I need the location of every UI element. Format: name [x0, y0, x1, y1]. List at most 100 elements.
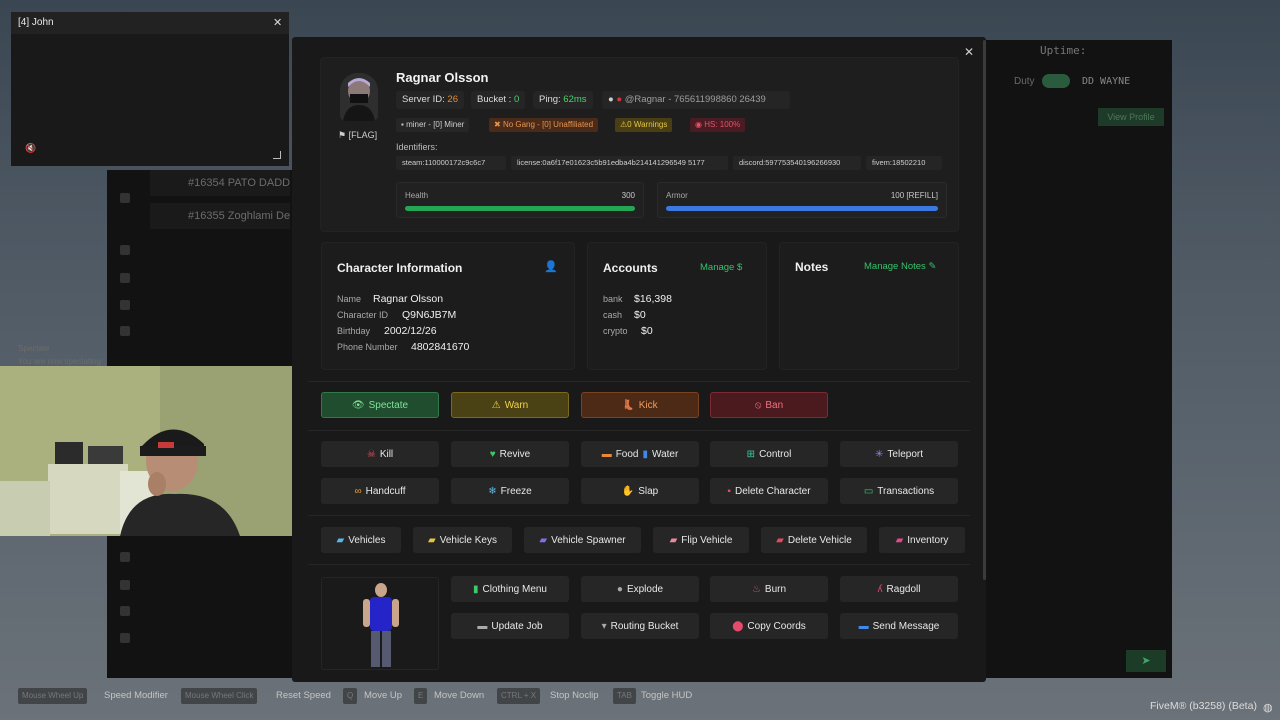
slap-button[interactable]: ✋ Slap	[581, 478, 699, 504]
delete-character-button[interactable]: ▪ Delete Character	[710, 478, 828, 504]
kick-button[interactable]: 👢 Kick	[581, 392, 699, 418]
birthday-label: Birthday	[337, 326, 371, 336]
resize-handle-icon[interactable]	[273, 151, 281, 159]
skull-icon: ☠	[366, 448, 376, 460]
vehicle-spawner-button[interactable]: ▰ Vehicle Spawner	[524, 527, 641, 553]
cash-label: cash	[603, 310, 623, 320]
bank-label: bank	[603, 294, 623, 304]
no-gang-icon: ✖	[494, 120, 501, 129]
copy-coords-button[interactable]: ⬤ Copy Coords	[710, 613, 828, 639]
pencil-icon: ✎	[928, 261, 937, 272]
key-icon: ▰	[428, 534, 436, 546]
teleport-button[interactable]: ✳ Teleport	[840, 441, 958, 467]
close-icon[interactable]: ✕	[273, 16, 282, 29]
duty-label: Duty	[1014, 76, 1035, 87]
bucket-chip: Bucket : 0	[471, 91, 526, 109]
name-value: Ragnar Olsson	[373, 293, 444, 305]
fire-icon: ♨	[751, 583, 761, 595]
fivem-logo-icon: ◍	[1263, 702, 1273, 714]
phone-label: Phone Number	[337, 342, 398, 352]
snowflake-icon: ❄	[488, 485, 497, 497]
background-player-name: DD WAYNE	[1082, 76, 1131, 87]
crypto-value: $0	[641, 325, 653, 337]
armor-value[interactable]: 100 [REFILL]	[891, 191, 938, 200]
control-button[interactable]: ⊞ Control	[710, 441, 828, 467]
gamepad-icon: ⊞	[746, 448, 756, 460]
scrollbar[interactable]	[983, 40, 986, 580]
kill-button[interactable]: ☠ Kill	[321, 441, 439, 467]
clothing-menu-button[interactable]: ▮ Clothing Menu	[451, 576, 569, 602]
briefcase-icon: ▬	[477, 620, 488, 632]
spectate-button[interactable]: 👁 Spectate	[321, 392, 439, 418]
manage-notes-link[interactable]: Manage Notes ✎	[864, 261, 936, 272]
warn-button[interactable]: ⚠ Warn	[451, 392, 569, 418]
server-id-value: 26	[447, 94, 458, 105]
routing-bucket-button[interactable]: ▾ Routing Bucket	[581, 613, 699, 639]
hint-label: Reset Speed	[276, 690, 331, 701]
inventory-button[interactable]: ▰ Inventory	[879, 527, 965, 553]
update-job-button[interactable]: ▬ Update Job	[451, 613, 569, 639]
hs-badge: ◉ HS: 100%	[690, 118, 746, 132]
send-message-button[interactable]: ▬ Send Message	[840, 613, 958, 639]
discord-chip[interactable]: ● ● @Ragnar - 765611998860 26439	[602, 91, 790, 109]
handcuff-button[interactable]: ∞ Handcuff	[321, 478, 439, 504]
send-icon[interactable]: ➤	[1126, 650, 1166, 672]
user-icon: 👤	[544, 261, 558, 273]
handcuff-icon: ∞	[354, 485, 362, 497]
duty-toggle[interactable]	[1042, 74, 1070, 88]
video-title: [4] John	[18, 17, 54, 28]
armor-bar-fill	[666, 206, 938, 211]
flip-vehicle-button[interactable]: ▰ Flip Vehicle	[653, 527, 749, 553]
armor-stat: Armor 100 [REFILL]	[657, 182, 947, 218]
background-panel-right	[986, 40, 1172, 678]
hand-icon: ✋	[621, 485, 635, 497]
background-icon	[120, 580, 130, 590]
water-bottle-icon: ▮	[642, 448, 648, 460]
name-label: Name	[337, 294, 362, 304]
background-player-row: #16355 Zoghlami Dekk	[150, 203, 290, 229]
flag-label[interactable]: ⚑ [FLAG]	[338, 130, 377, 141]
revive-button[interactable]: ♥ Revive	[451, 441, 569, 467]
hint-label: Toggle HUD	[641, 690, 693, 701]
identifier-chip[interactable]: steam:110000172c9c6c7	[396, 156, 506, 170]
money-icon: ▭	[863, 485, 874, 497]
armor-bar-track	[666, 206, 938, 211]
heart-icon: ♥	[489, 448, 496, 460]
burn-button[interactable]: ♨ Burn	[710, 576, 828, 602]
health-stat: Health 300	[396, 182, 644, 218]
manage-accounts-link[interactable]: Manage $	[700, 262, 742, 273]
warnings-badge: ⚠0 Warnings	[615, 118, 673, 132]
car-delete-icon: ▰	[776, 534, 784, 546]
hint-label: Speed Modifier	[104, 690, 168, 701]
vehicle-keys-button[interactable]: ▰ Vehicle Keys	[413, 527, 512, 553]
accounts-card-title: Accounts	[603, 261, 658, 275]
food-water-button[interactable]: ▬ Food ▮ Water	[581, 441, 699, 467]
transactions-button[interactable]: ▭ Transactions	[840, 478, 958, 504]
close-icon[interactable]: ✕	[964, 45, 974, 59]
bucket-icon: ▾	[601, 620, 607, 632]
health-bar-fill	[405, 206, 635, 211]
delete-vehicle-button[interactable]: ▰ Delete Vehicle	[761, 527, 867, 553]
view-profile-button[interactable]: View Profile	[1098, 108, 1164, 126]
bank-value: $16,398	[634, 293, 672, 305]
hint-key: Mouse Wheel Click	[181, 688, 258, 704]
identifiers-label: Identifiers:	[396, 142, 438, 152]
background-icon	[120, 193, 130, 203]
divider	[308, 564, 970, 565]
flag-icon: ⚑	[338, 130, 347, 140]
warning-icon: ⚠	[491, 399, 501, 411]
hint-label: Move Down	[434, 690, 485, 701]
ban-button[interactable]: ⦸ Ban	[710, 392, 828, 418]
identifier-chip[interactable]: fivem:18502210	[866, 156, 942, 170]
freeze-button[interactable]: ❄ Freeze	[451, 478, 569, 504]
explode-button[interactable]: ● Explode	[581, 576, 699, 602]
background-icon	[120, 326, 130, 336]
target-icon: ◉	[695, 120, 702, 129]
speaker-muted-icon[interactable]: 🔇	[25, 143, 36, 154]
vehicles-button[interactable]: ▰ Vehicles	[321, 527, 401, 553]
hint-key: Mouse Wheel Up	[18, 688, 88, 704]
briefcase-icon: ▪	[401, 120, 404, 129]
identifier-chip[interactable]: license:0a6f17e01623c5b91edba4b214141296…	[511, 156, 728, 170]
ragdoll-button[interactable]: ʎ Ragdoll	[840, 576, 958, 602]
identifier-chip[interactable]: discord:597753540196266930	[733, 156, 861, 170]
